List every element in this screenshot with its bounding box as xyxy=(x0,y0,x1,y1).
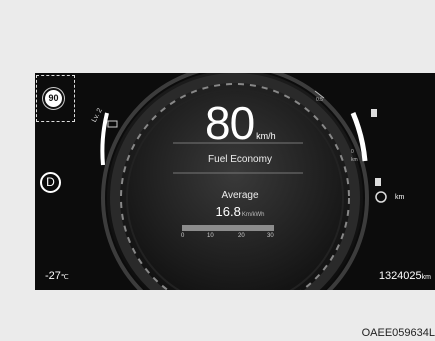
speed-unit: km/h xyxy=(256,131,276,141)
gear-indicator: D xyxy=(40,172,61,193)
regen-gauge-arc xyxy=(100,112,109,166)
fuel-economy-label: Average xyxy=(221,190,259,201)
speedometer: 80 km/h xyxy=(205,100,276,146)
temperature-unit: ℃ xyxy=(60,274,69,281)
fuel-economy-unit: Km/kWh xyxy=(241,212,265,218)
range-ring-icon xyxy=(375,191,387,203)
scale-label: 30 xyxy=(267,233,274,239)
speed-limit-sign: 90 xyxy=(43,88,64,109)
gauge-mark-km: km xyxy=(351,157,358,163)
drive-mode-title: Fuel Economy xyxy=(208,154,272,165)
scale-label: 0 xyxy=(181,233,185,239)
range-unit: km xyxy=(395,194,405,201)
odometer-value: 1324025 xyxy=(378,270,422,282)
scale-label: 10 xyxy=(207,233,214,239)
fuel-economy-readout: 16.8Km/kWh xyxy=(180,203,300,221)
odometer: 1324025km xyxy=(379,270,431,282)
fuel-pump-icon xyxy=(371,109,377,117)
fuel-economy-value: 16.8 xyxy=(215,204,241,219)
instrument-cluster: 90 Lv. 2 80 km/h Fuel Economy Average 16.… xyxy=(35,73,435,290)
gauge-mark-zero: 0 xyxy=(351,149,354,155)
temperature-value: -27 xyxy=(45,270,61,282)
fuel-pump-icon xyxy=(375,178,381,186)
speed-value: 80 xyxy=(205,97,255,149)
scale-label: 20 xyxy=(238,233,245,239)
figure-caption: OAEE059634L xyxy=(361,327,435,339)
fuel-economy-scale xyxy=(182,225,274,231)
outside-temperature: -27℃ xyxy=(45,270,69,282)
battery-icon xyxy=(107,120,118,128)
odometer-unit: km xyxy=(421,274,431,281)
gauge-mark-half: 0.5 xyxy=(316,97,323,103)
